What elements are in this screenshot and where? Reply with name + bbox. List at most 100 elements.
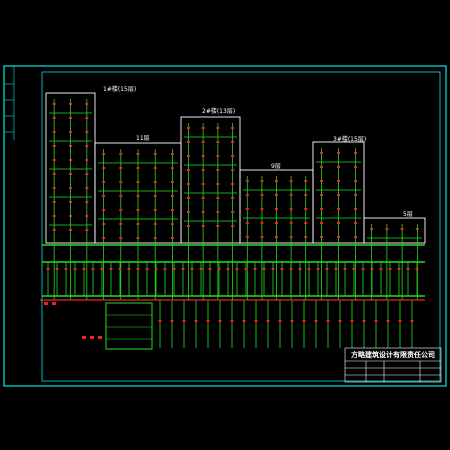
- outlet-tap: [85, 229, 89, 231]
- outlet-tap: [186, 141, 190, 143]
- outlet-tap: [163, 268, 167, 270]
- outlet-tap: [85, 173, 89, 175]
- outlet-tap: [153, 209, 157, 211]
- outlet-tap: [326, 320, 330, 322]
- outlet-tap: [52, 159, 56, 161]
- outlet-tap: [153, 223, 157, 225]
- outlet-tap: [52, 215, 56, 217]
- outlet-tap: [354, 194, 357, 196]
- building-6-label: 5层: [403, 211, 413, 218]
- outlet-tap: [231, 127, 235, 129]
- outlet-tap: [201, 127, 205, 129]
- outlet-tap: [216, 211, 220, 213]
- outlet-tap: [307, 268, 311, 270]
- outlet-tap: [102, 167, 106, 169]
- cabinet-modules: [106, 314, 152, 340]
- outlet-tap: [201, 141, 205, 143]
- outlet-tap: [275, 222, 278, 224]
- outlet-tap: [253, 268, 257, 270]
- outlet-tap: [354, 236, 357, 238]
- outlet-tap: [69, 159, 72, 161]
- outlet-tap: [69, 103, 72, 105]
- outlet-tap: [275, 194, 278, 196]
- outlet-tap: [170, 167, 174, 169]
- outlet-tap: [136, 237, 140, 239]
- outlet-tap: [231, 211, 235, 213]
- outlet-tap: [85, 117, 89, 119]
- outlet-tap: [69, 145, 72, 147]
- outlet-tap: [136, 223, 140, 225]
- outlet-tap: [343, 268, 347, 270]
- outlet-tap: [226, 268, 230, 270]
- outlet-tap: [370, 268, 374, 270]
- outlet-tap: [289, 222, 293, 224]
- outlet-tap: [289, 236, 293, 238]
- outlet-tap: [298, 268, 302, 270]
- outlet-tap: [217, 268, 221, 270]
- outlet-tap: [275, 180, 278, 182]
- outlet-tap: [354, 222, 357, 224]
- outlet-tap: [415, 268, 419, 270]
- outlet-tap: [260, 208, 264, 210]
- outlet-tap: [109, 268, 113, 270]
- outlet-tap: [73, 268, 77, 270]
- outlet-tap: [354, 208, 357, 210]
- inner-frame: [41, 71, 441, 382]
- building-4-label: 9层: [271, 163, 281, 170]
- cad-drawing: [3, 65, 447, 387]
- outlet-tap: [186, 225, 190, 227]
- outlet-tap: [289, 180, 293, 182]
- outlet-tap: [186, 169, 190, 171]
- outlet-tap: [290, 320, 294, 322]
- building-outline: [363, 217, 426, 244]
- outlet-tap: [397, 268, 401, 270]
- outlet-tap: [153, 195, 157, 197]
- outlet-tap: [170, 223, 174, 225]
- outlet-tap: [52, 131, 56, 133]
- outlet-tap: [170, 153, 174, 155]
- outlet-tap: [314, 320, 318, 322]
- outlet-tap: [304, 180, 308, 182]
- outlet-tap: [119, 223, 123, 225]
- outlet-tap: [216, 169, 220, 171]
- outlet-tap: [127, 268, 131, 270]
- outlet-tap: [304, 194, 308, 196]
- outlet-tap: [231, 197, 235, 199]
- outlet-tap: [337, 152, 340, 154]
- outlet-tap: [216, 141, 220, 143]
- outlet-tap: [52, 145, 56, 147]
- outlet-tap: [170, 237, 174, 239]
- outlet-tap: [216, 183, 220, 185]
- outlet-tap: [320, 166, 323, 168]
- outlet-tap: [69, 229, 72, 231]
- outlet-tap: [158, 320, 162, 322]
- outlet-tap: [102, 237, 106, 239]
- outlet-tap: [206, 320, 210, 322]
- outlet-tap: [386, 320, 390, 322]
- outlet-tap: [337, 236, 340, 238]
- outlet-tap: [194, 320, 198, 322]
- outlet-tap: [260, 222, 264, 224]
- outlet-tap: [337, 194, 340, 196]
- outlet-tap: [201, 155, 205, 157]
- outlet-tap: [280, 268, 284, 270]
- distribution-buses: [42, 244, 425, 297]
- outlet-tap: [231, 225, 235, 227]
- outlet-tap: [304, 208, 308, 210]
- outlet-tap: [337, 222, 340, 224]
- outlet-tap: [145, 268, 149, 270]
- outlet-tap: [320, 236, 323, 238]
- outlet-tap: [170, 195, 174, 197]
- outlet-tap: [235, 268, 239, 270]
- outlet-tap: [242, 320, 246, 322]
- outlet-tap: [275, 208, 278, 210]
- outlet-tap: [55, 268, 59, 270]
- outlet-tap: [91, 268, 95, 270]
- outlet-tap: [201, 211, 205, 213]
- outlet-tap: [325, 268, 329, 270]
- outlet-tap: [119, 153, 123, 155]
- horizontal-feeders: [49, 112, 422, 239]
- outlet-tap: [337, 208, 340, 210]
- outlet-tap: [136, 153, 140, 155]
- outlet-tap: [119, 181, 123, 183]
